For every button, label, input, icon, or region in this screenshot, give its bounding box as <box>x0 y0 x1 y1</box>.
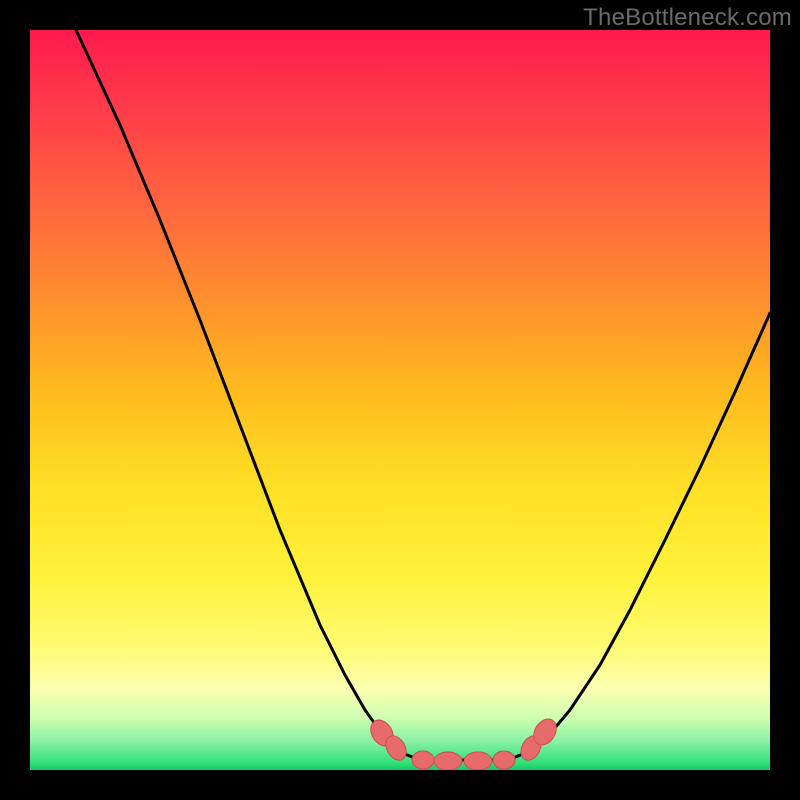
bottleneck-curve-left <box>76 30 420 760</box>
bottleneck-curve-right <box>508 313 770 760</box>
chart-frame: TheBottleneck.com <box>0 0 800 800</box>
curve-layer <box>30 30 770 770</box>
curve-marker <box>412 751 434 769</box>
plot-area <box>30 30 770 770</box>
curve-marker <box>464 752 492 770</box>
curve-marker <box>493 751 515 769</box>
marker-group <box>366 715 561 770</box>
attribution-label: TheBottleneck.com <box>583 4 792 32</box>
curve-marker <box>434 752 462 770</box>
